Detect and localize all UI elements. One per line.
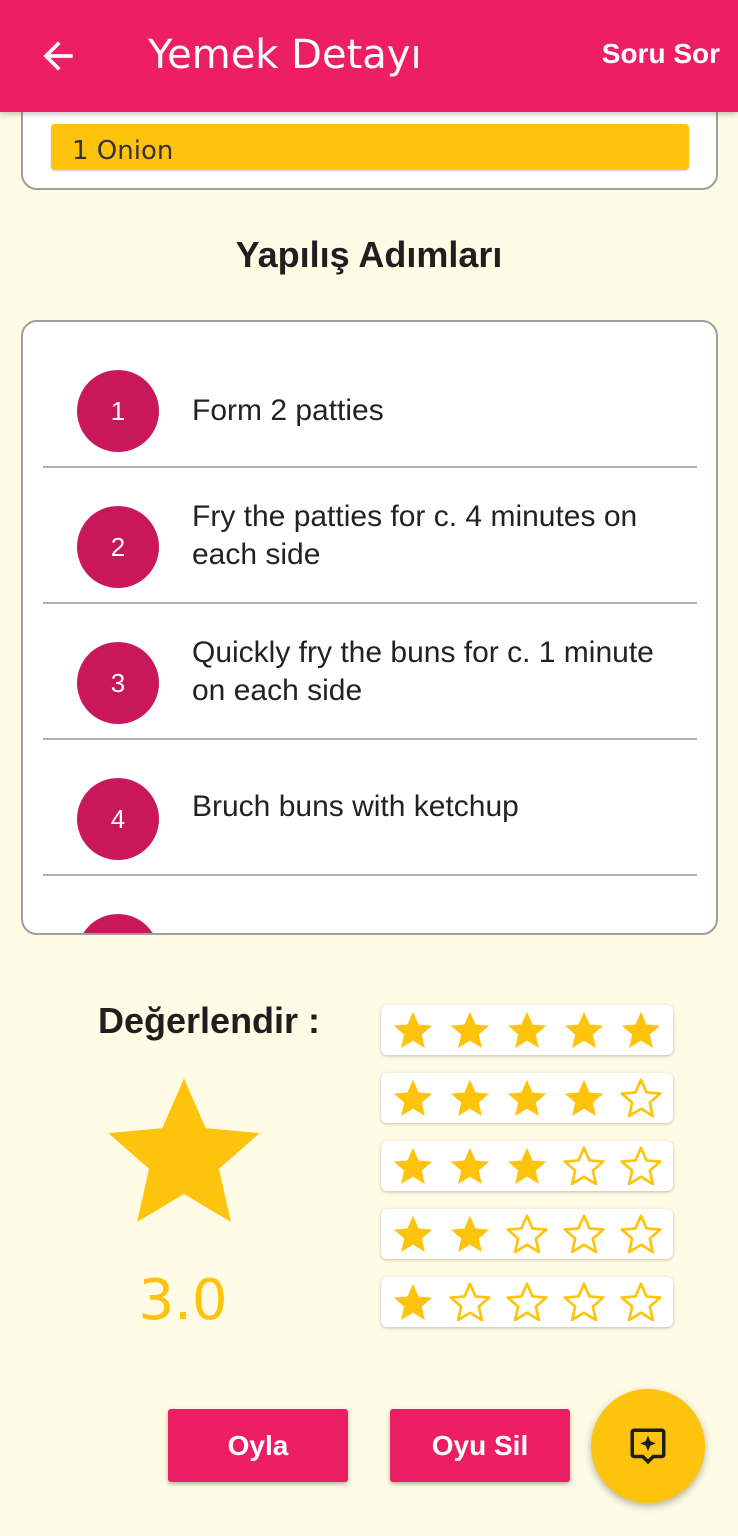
- star-outline-icon: [506, 1214, 548, 1254]
- star-icon: [108, 1078, 260, 1222]
- star-filled-icon: [394, 1011, 433, 1049]
- step-number-badge: 2: [77, 506, 159, 588]
- steps-heading: Yapılış Adımları: [235, 234, 503, 275]
- ingredient-item: 1 Onion: [51, 124, 689, 170]
- star-outline-icon: [620, 1078, 662, 1118]
- star-filled-icon: [507, 1011, 547, 1049]
- delete-vote-button[interactable]: Oyu Sil: [390, 1409, 570, 1482]
- star-filled-icon: [507, 1147, 547, 1185]
- star-filled-icon: [621, 1011, 660, 1049]
- rating-value: 3.0: [138, 1268, 228, 1333]
- rating-option-5[interactable]: [381, 1005, 673, 1055]
- star-filled-icon: [394, 1215, 433, 1253]
- step-number-badge: 1: [77, 370, 159, 452]
- star-filled-icon: [564, 1011, 603, 1049]
- star-outline-icon: [563, 1282, 605, 1322]
- arrow-left-icon: [43, 41, 73, 71]
- star-outline-icon: [620, 1146, 662, 1186]
- step-item: 2 Fry the patties for c. 4 minutes on ea…: [43, 468, 697, 604]
- star-filled-icon: [394, 1079, 433, 1117]
- page-title: Yemek Detayı: [148, 32, 422, 78]
- back-button[interactable]: [36, 34, 80, 78]
- sparkle-review-icon: [630, 1428, 666, 1465]
- ask-question-button[interactable]: Soru Sor: [602, 38, 720, 70]
- rating-option-4[interactable]: [381, 1073, 673, 1123]
- step-text: Quickly fry the buns for c. 1 minute on …: [192, 636, 654, 707]
- step-number-badge: 3: [77, 642, 159, 724]
- rating-label: Değerlendir :: [98, 1000, 321, 1041]
- app-bar: Yemek Detayı Soru Sor: [0, 0, 738, 112]
- review-fab[interactable]: [591, 1389, 705, 1503]
- star-filled-icon: [564, 1079, 603, 1117]
- star-filled-icon: [451, 1147, 490, 1185]
- step-text: Bruch buns with ketchup: [192, 790, 519, 823]
- rating-option-3[interactable]: [381, 1141, 673, 1191]
- vote-button[interactable]: Oyla: [168, 1409, 348, 1482]
- step-item-partial: [43, 876, 697, 933]
- step-number-badge: 4: [77, 778, 159, 860]
- star-filled-icon: [451, 1215, 490, 1253]
- ingredient-text: 1 Onion: [72, 136, 174, 166]
- star-outline-icon: [620, 1282, 662, 1322]
- rating-option-1[interactable]: [381, 1277, 673, 1327]
- star-outline-icon: [620, 1214, 662, 1254]
- step-item: 3 Quickly fry the buns for c. 1 minute o…: [43, 604, 697, 740]
- star-outline-icon: [449, 1282, 491, 1322]
- star-filled-icon: [451, 1079, 490, 1117]
- step-number-badge: [77, 914, 159, 933]
- star-outline-icon: [563, 1214, 605, 1254]
- step-item: 1 Form 2 patties: [43, 332, 697, 468]
- star-filled-icon: [451, 1011, 490, 1049]
- step-text: Form 2 patties: [192, 394, 384, 427]
- star-filled-icon: [394, 1283, 433, 1321]
- star-filled-icon: [507, 1079, 547, 1117]
- rating-option-2[interactable]: [381, 1209, 673, 1259]
- step-text: Fry the patties for c. 4 minutes on each…: [192, 500, 638, 571]
- star-outline-icon: [506, 1282, 548, 1322]
- star-filled-icon: [394, 1147, 433, 1185]
- star-outline-icon: [563, 1146, 605, 1186]
- steps-list[interactable]: 1 Form 2 patties 2 Fry the patties for c…: [21, 320, 718, 935]
- step-item: 4 Bruch buns with ketchup: [43, 740, 697, 876]
